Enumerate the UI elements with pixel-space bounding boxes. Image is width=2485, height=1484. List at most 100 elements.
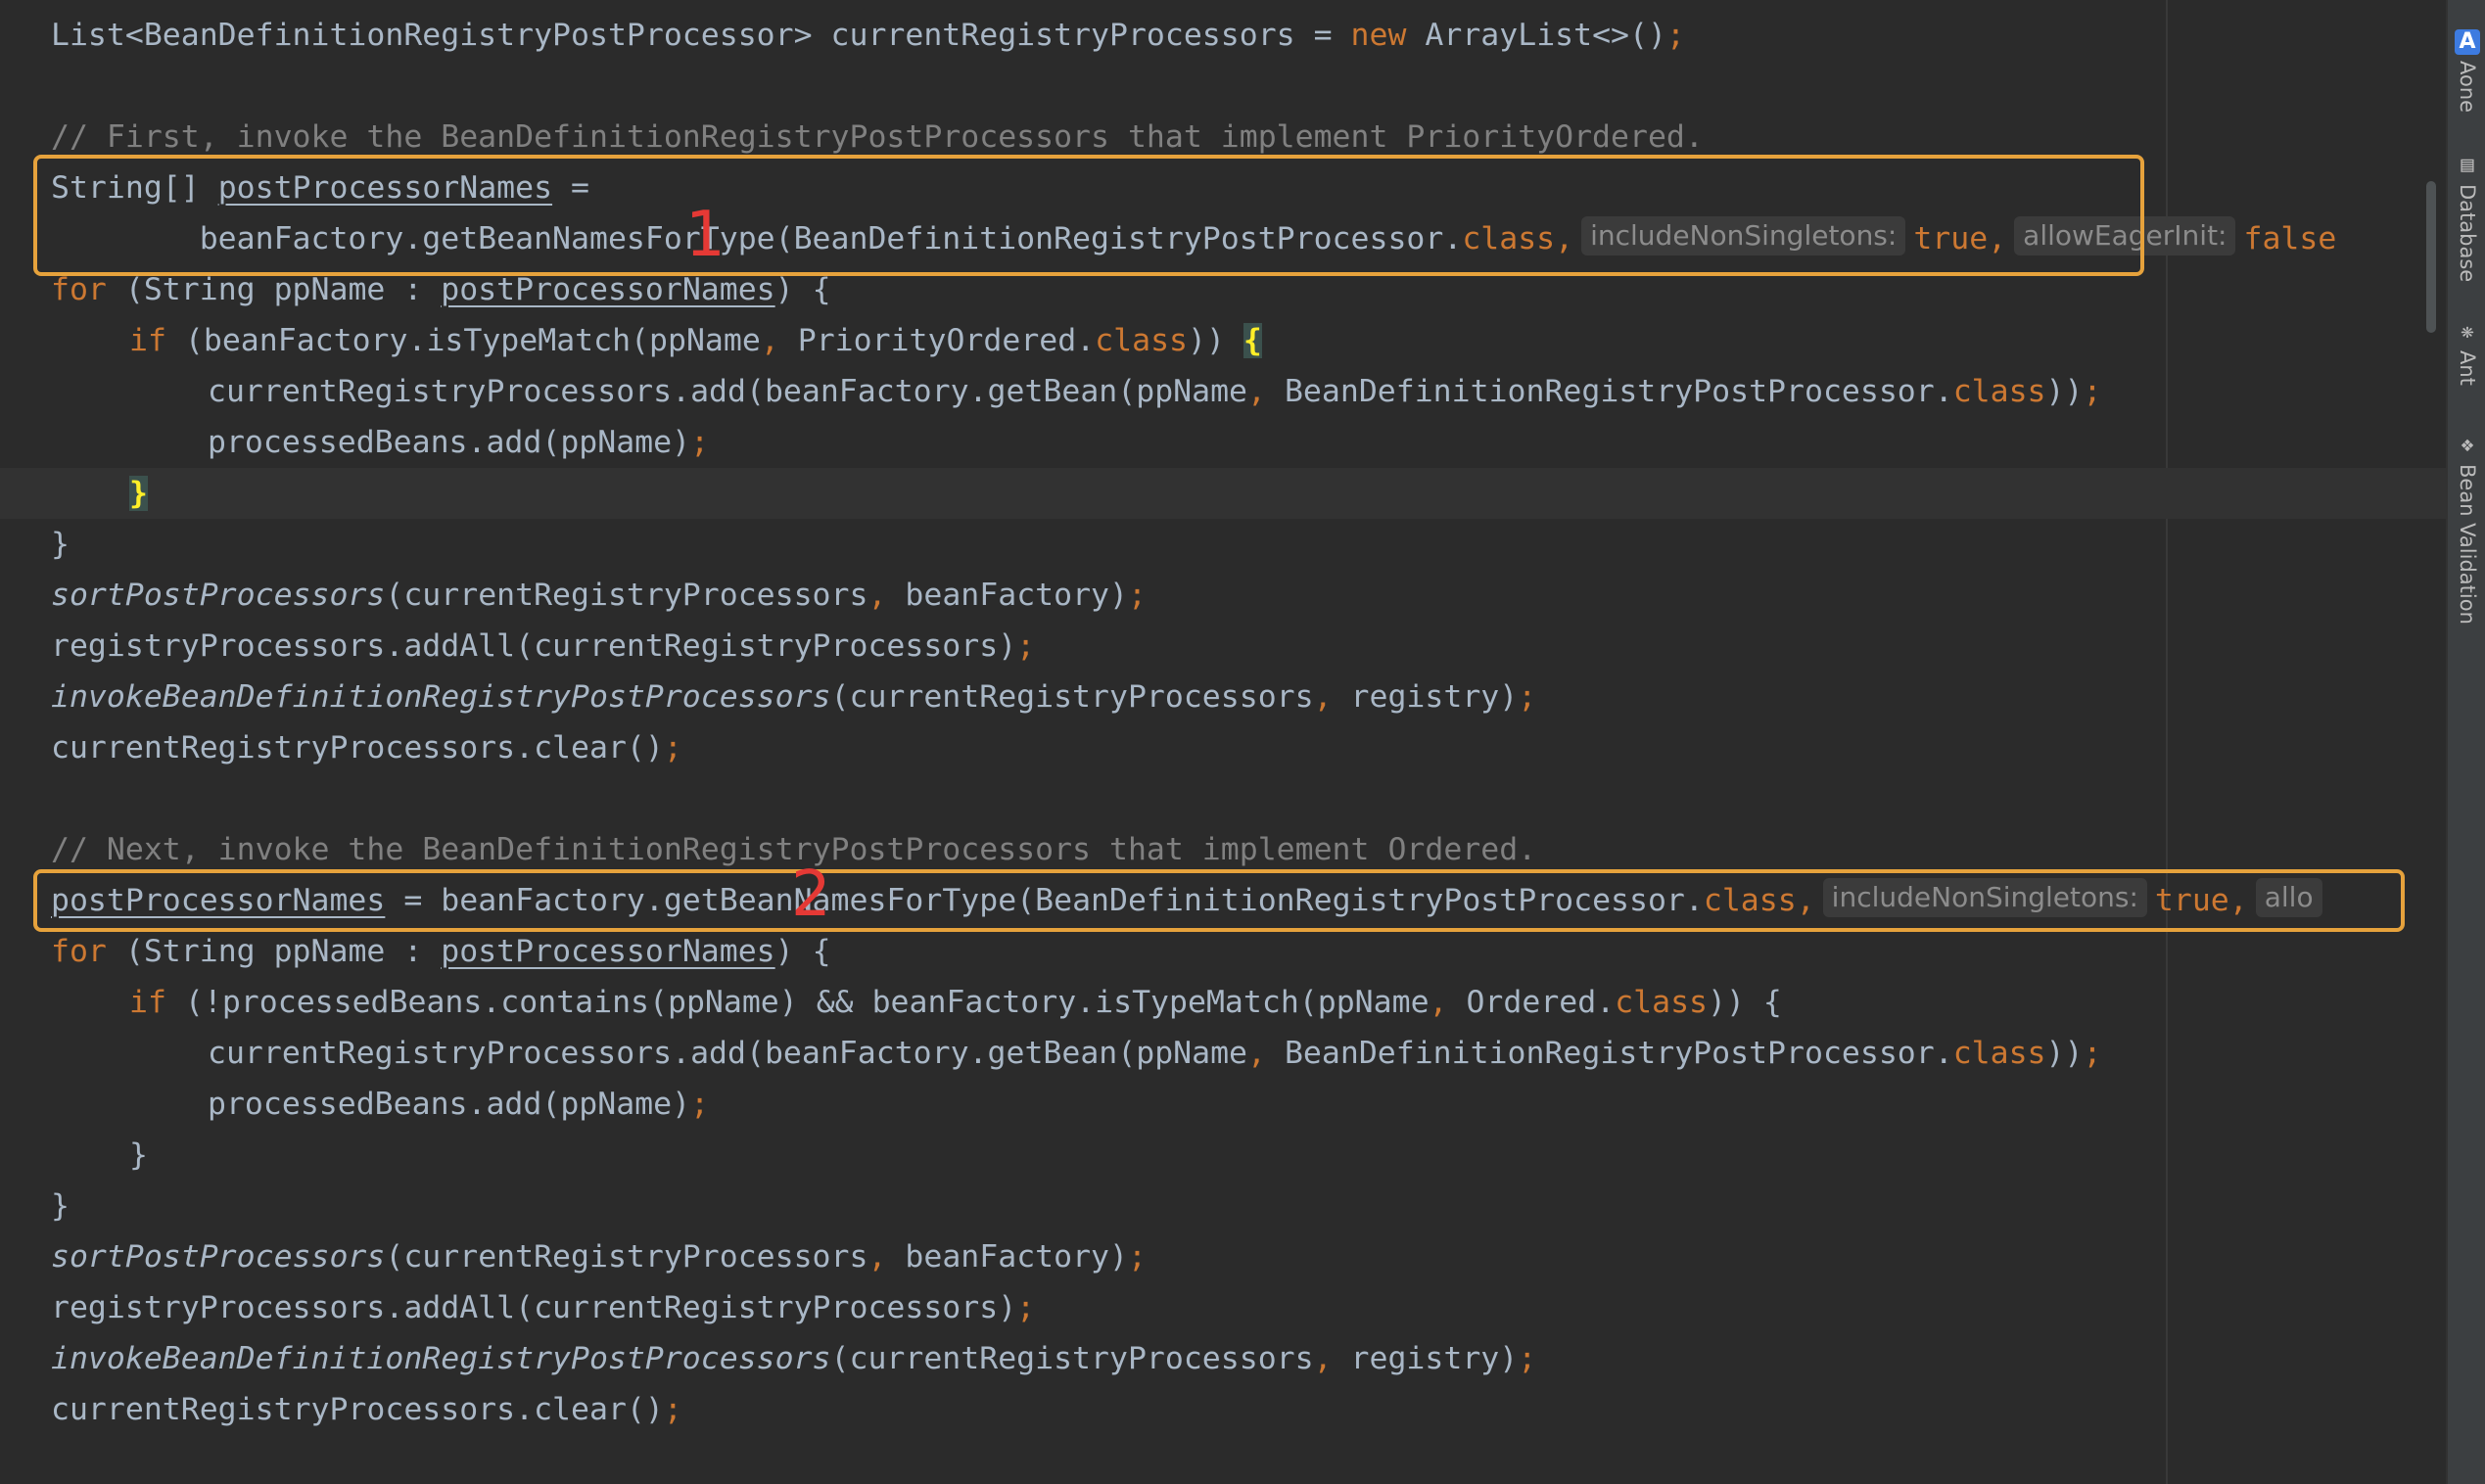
code-text: } — [51, 1188, 70, 1224]
code-text: )) — [2045, 1036, 2084, 1071]
right-tool-window-bar: A Aone ▤ Database ❋ Ant ❖ Bean Validatio… — [2446, 0, 2485, 1484]
vertical-scrollbar[interactable] — [2426, 181, 2436, 333]
comma: , — [1313, 679, 1333, 715]
code-text: )) — [1188, 323, 1243, 358]
code-line-7[interactable]: if (beanFactory.isTypeMatch(ppName, Prio… — [0, 315, 2446, 366]
code-text: BeanDefinitionRegistryPostProcessor. — [1266, 374, 1953, 409]
keyword: class — [1095, 323, 1189, 358]
code-text: beanFactory) — [886, 1239, 1128, 1275]
code-text: ArrayList<>() — [1406, 18, 1666, 53]
keyword: class — [1615, 985, 1709, 1020]
code-text: registry) — [1332, 1341, 1519, 1376]
code-text: (currentRegistryProcessors — [385, 1239, 868, 1275]
code-text: processedBeans.add(ppName) — [208, 425, 691, 460]
code-text: (!processedBeans.contains(ppName) && bea… — [165, 985, 1430, 1020]
comma: , — [867, 578, 887, 613]
comma: , — [1313, 1341, 1333, 1376]
code-text: ) { — [774, 934, 831, 969]
code-line-14[interactable]: invokeBeanDefinitionRegistryPostProcesso… — [0, 672, 2446, 722]
code-text: currentRegistryProcessors.add(beanFactor… — [208, 374, 1248, 409]
code-line-22[interactable]: processedBeans.add(ppName); — [0, 1079, 2446, 1130]
tool-window-label: Database — [2456, 184, 2479, 283]
code-text: (String ppName : — [106, 934, 442, 969]
code-line-12[interactable]: sortPostProcessors(currentRegistryProces… — [0, 570, 2446, 621]
code-line-10-current[interactable]: } — [0, 468, 2446, 519]
code-text: registryProcessors.addAll(currentRegistr… — [51, 1290, 1017, 1325]
semicolon: ; — [663, 1392, 682, 1427]
code-line-26[interactable]: registryProcessors.addAll(currentRegistr… — [0, 1282, 2446, 1333]
code-line-11[interactable]: } — [0, 519, 2446, 570]
matched-brace: { — [1242, 323, 1262, 358]
code-text: } — [51, 527, 70, 562]
semicolon: ; — [690, 1087, 710, 1122]
semicolon: ; — [1016, 628, 1036, 664]
tool-window-database[interactable]: ▤ Database — [2450, 153, 2485, 282]
semicolon: ; — [1127, 1239, 1147, 1275]
semicolon: ; — [1127, 578, 1147, 613]
code-text: )) { — [1708, 985, 1782, 1020]
comma: , — [1247, 374, 1266, 409]
code-line-21[interactable]: currentRegistryProcessors.add(beanFactor… — [0, 1028, 2446, 1079]
variable-postprocessornames: postProcessorNames — [441, 272, 775, 307]
comma: , — [1429, 985, 1448, 1020]
code-text: beanFactory) — [886, 578, 1128, 613]
code-line-27[interactable]: invokeBeanDefinitionRegistryPostProcesso… — [0, 1333, 2446, 1384]
code-line-8[interactable]: currentRegistryProcessors.add(beanFactor… — [0, 366, 2446, 417]
keyword: if — [129, 985, 166, 1020]
bean-icon: ❖ — [2461, 433, 2474, 457]
code-text: (beanFactory.isTypeMatch(ppName — [165, 323, 761, 358]
static-method-call: sortPostProcessors — [51, 578, 386, 613]
annotation-marker-1: 1 — [685, 199, 726, 271]
matched-brace: } — [129, 476, 148, 511]
keyword: class — [1952, 1036, 2046, 1071]
code-line-1[interactable]: List<BeanDefinitionRegistryPostProcessor… — [0, 10, 2446, 61]
code-line-20[interactable]: if (!processedBeans.contains(ppName) && … — [0, 977, 2446, 1028]
code-editor[interactable]: List<BeanDefinitionRegistryPostProcessor… — [0, 0, 2446, 1484]
keyword: for — [51, 934, 107, 969]
semicolon: ; — [690, 425, 710, 460]
semicolon: ; — [2083, 374, 2102, 409]
tool-window-bean-validation[interactable]: ❖ Bean Validation — [2450, 433, 2485, 625]
code-line-25[interactable]: sortPostProcessors(currentRegistryProces… — [0, 1231, 2446, 1282]
static-method-call: invokeBeanDefinitionRegistryPostProcesso… — [51, 679, 831, 715]
code-line-19[interactable]: for (String ppName : postProcessorNames)… — [0, 926, 2446, 977]
highlight-box-2 — [33, 869, 2405, 932]
code-line-24[interactable]: } — [0, 1181, 2446, 1231]
ant-icon: ❋ — [2461, 319, 2474, 344]
code-text: (currentRegistryProcessors — [830, 1341, 1314, 1376]
semicolon: ; — [1016, 1290, 1036, 1325]
code-line-23[interactable]: } — [0, 1130, 2446, 1181]
annotation-marker-2: 2 — [791, 858, 831, 931]
aone-icon: A — [2455, 29, 2480, 55]
code-text: (currentRegistryProcessors — [830, 679, 1314, 715]
code-line-28[interactable]: currentRegistryProcessors.clear(); — [0, 1384, 2446, 1435]
static-method-call: sortPostProcessors — [51, 1239, 386, 1275]
semicolon: ; — [1518, 679, 1537, 715]
tool-window-aone[interactable]: A Aone — [2450, 29, 2485, 113]
semicolon: ; — [2083, 1036, 2102, 1071]
code-text: PriorityOrdered. — [778, 323, 1096, 358]
code-line-17[interactable]: // Next, invoke the BeanDefinitionRegist… — [0, 824, 2446, 875]
tool-window-label: Ant — [2456, 350, 2479, 386]
code-text: registry) — [1332, 679, 1519, 715]
code-text: (currentRegistryProcessors — [385, 578, 868, 613]
variable-postprocessornames: postProcessorNames — [441, 934, 775, 969]
semicolon: ; — [1518, 1341, 1537, 1376]
code-text: currentRegistryProcessors.clear() — [51, 730, 664, 765]
code-text: } — [129, 1137, 148, 1173]
code-line-13[interactable]: registryProcessors.addAll(currentRegistr… — [0, 621, 2446, 672]
code-line-9[interactable]: processedBeans.add(ppName); — [0, 417, 2446, 468]
code-text: )) — [2045, 374, 2084, 409]
keyword: false — [2243, 221, 2337, 256]
code-text: (String ppName : — [106, 272, 442, 307]
semicolon: ; — [663, 730, 682, 765]
code-text: currentRegistryProcessors.clear() — [51, 1392, 664, 1427]
code-text: List<BeanDefinitionRegistryPostProcessor… — [51, 18, 1351, 53]
code-text: processedBeans.add(ppName) — [208, 1087, 691, 1122]
code-line-15[interactable]: currentRegistryProcessors.clear(); — [0, 722, 2446, 773]
comma: , — [1247, 1036, 1266, 1071]
keyword: new — [1350, 18, 1407, 53]
tool-window-ant[interactable]: ❋ Ant — [2450, 319, 2485, 386]
comma: , — [760, 323, 779, 358]
code-text: Ordered. — [1447, 985, 1616, 1020]
